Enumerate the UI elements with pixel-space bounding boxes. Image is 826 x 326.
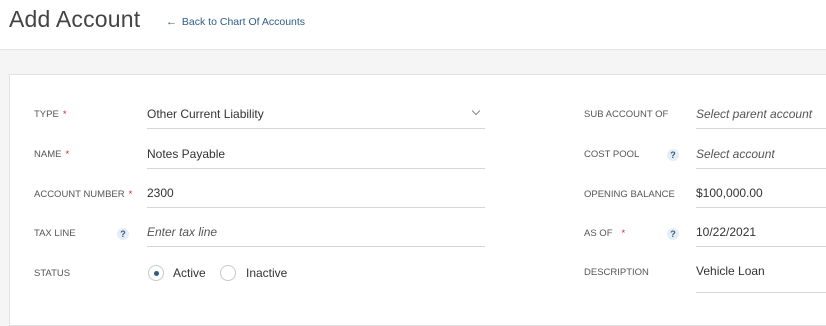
- account-number-label: ACCOUNT NUMBER *: [34, 189, 132, 200]
- required-marker: *: [65, 149, 70, 160]
- status-inactive-radio[interactable]: [220, 265, 236, 281]
- status-active-radio[interactable]: [148, 265, 164, 281]
- page-header: Add Account ← Back to Chart Of Accounts: [0, 0, 826, 50]
- account-number-label-text: ACCOUNT NUMBER: [34, 189, 125, 200]
- arrow-left-icon: ←: [166, 16, 177, 28]
- sub-account-of-select[interactable]: Select parent account: [696, 105, 826, 129]
- required-marker: *: [621, 228, 626, 239]
- status-active-label[interactable]: Active: [173, 266, 206, 280]
- back-link-label: Back to Chart Of Accounts: [181, 16, 306, 28]
- name-label-text: NAME: [34, 149, 62, 160]
- cost-pool-help-icon[interactable]: ?: [667, 149, 679, 161]
- chevron-down-icon: [471, 106, 481, 116]
- type-label-text: TYPE: [34, 109, 59, 120]
- name-input[interactable]: Notes Payable: [147, 145, 485, 169]
- back-to-chart-of-accounts-link[interactable]: ← Back to Chart Of Accounts: [166, 16, 305, 28]
- required-marker: *: [128, 189, 133, 200]
- as-of-date-input[interactable]: 10/22/2021: [696, 223, 826, 247]
- type-select[interactable]: Other Current Liability: [147, 105, 485, 129]
- status-label: STATUS: [34, 268, 71, 279]
- as-of-help-icon[interactable]: ?: [667, 228, 679, 240]
- description-label: DESCRIPTION: [584, 267, 649, 278]
- type-select-value: Other Current Liability: [147, 107, 264, 121]
- tax-line-input[interactable]: Enter tax line: [147, 223, 485, 247]
- sub-account-of-label: SUB ACCOUNT OF: [584, 109, 669, 120]
- status-inactive-label[interactable]: Inactive: [246, 266, 287, 280]
- cost-pool-select[interactable]: Select account: [696, 145, 826, 169]
- opening-balance-input[interactable]: $100,000.00: [696, 184, 826, 208]
- as-of-label-text: AS OF: [584, 228, 613, 239]
- required-marker: *: [62, 109, 67, 120]
- cost-pool-label: COST POOL: [584, 149, 640, 160]
- page-title: Add Account: [9, 6, 141, 32]
- name-label: NAME *: [34, 149, 69, 160]
- description-input[interactable]: Vehicle Loan: [696, 262, 826, 293]
- opening-balance-label: OPENING BALANCE: [584, 189, 675, 200]
- tax-line-label: TAX LINE: [34, 228, 76, 239]
- type-label: TYPE *: [34, 109, 67, 120]
- account-form-panel: TYPE * Other Current Liability NAME * Note…: [9, 74, 826, 326]
- account-number-input[interactable]: 2300: [147, 184, 485, 208]
- tax-line-help-icon[interactable]: ?: [117, 228, 129, 240]
- as-of-label: AS OF *: [584, 228, 625, 239]
